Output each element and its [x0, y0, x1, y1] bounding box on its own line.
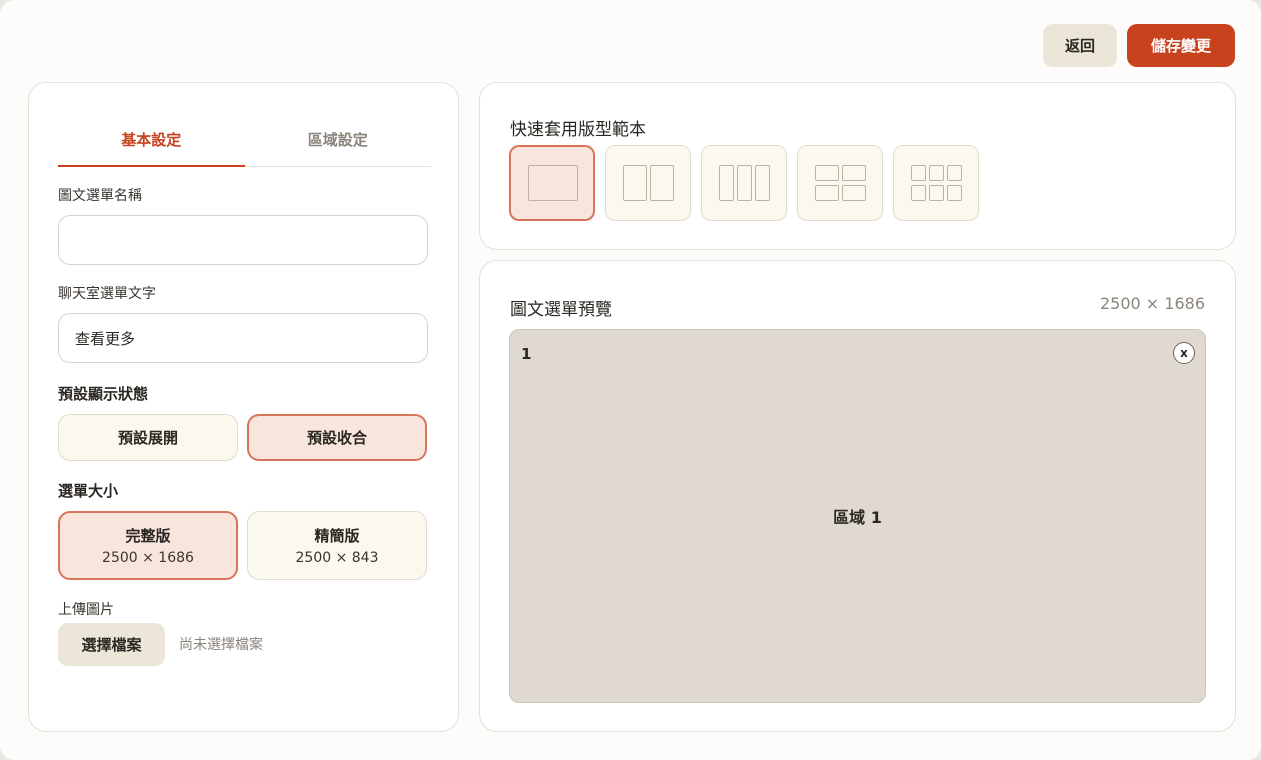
- top-actions: 返回 儲存變更: [1043, 24, 1235, 67]
- menu-name-input[interactable]: [58, 215, 428, 265]
- back-button[interactable]: 返回: [1043, 24, 1117, 67]
- area-label: 區域 1: [833, 508, 882, 527]
- templates-title: 快速套用版型範本: [510, 120, 646, 140]
- settings-tabs: 基本設定 區域設定: [58, 113, 431, 167]
- template-two-columns[interactable]: [605, 145, 691, 221]
- tab-area-settings[interactable]: 區域設定: [245, 113, 432, 166]
- size-full-dims: 2500 × 1686: [102, 550, 194, 566]
- preview-canvas[interactable]: 1 x 區域 1: [509, 329, 1206, 703]
- size-compact-label: 精簡版: [314, 527, 360, 545]
- size-full-label: 完整版: [125, 527, 171, 545]
- template-list: [509, 145, 979, 221]
- display-collapsed-label: 預設收合: [306, 429, 367, 447]
- preview-panel: 圖文選單預覽 2500 × 1686 1 x 區域 1: [479, 260, 1236, 732]
- tab-basic-settings[interactable]: 基本設定: [58, 113, 245, 167]
- menu-size-label: 選單大小: [58, 482, 119, 500]
- close-icon[interactable]: x: [1173, 342, 1195, 364]
- app-window: 返回 儲存變更 基本設定 區域設定 圖文選單名稱 聊天室選單文字 預設顯示狀態 …: [0, 0, 1261, 760]
- size-compact-dims: 2500 × 843: [295, 550, 379, 566]
- template-three-columns[interactable]: [701, 145, 787, 221]
- template-3x2-grid[interactable]: [893, 145, 979, 221]
- settings-panel: 基本設定 區域設定 圖文選單名稱 聊天室選單文字 預設顯示狀態 預設展開 預設收…: [28, 82, 459, 732]
- display-expanded-label: 預設展開: [117, 429, 178, 447]
- template-2x2-grid[interactable]: [797, 145, 883, 221]
- preview-dims: 2500 × 1686: [1099, 294, 1205, 313]
- display-collapsed-option[interactable]: 預設收合: [247, 414, 427, 461]
- menu-name-label: 圖文選單名稱: [58, 188, 142, 204]
- chat-text-input[interactable]: [58, 313, 428, 363]
- save-button[interactable]: 儲存變更: [1127, 24, 1235, 67]
- chat-text-label: 聊天室選單文字: [58, 286, 156, 302]
- choose-file-button[interactable]: 選擇檔案: [58, 623, 165, 666]
- template-single[interactable]: [509, 145, 595, 221]
- display-expanded-option[interactable]: 預設展開: [58, 414, 238, 461]
- size-compact-option[interactable]: 精簡版 2500 × 843: [247, 511, 427, 580]
- display-state-label: 預設顯示狀態: [58, 385, 149, 403]
- size-full-option[interactable]: 完整版 2500 × 1686: [58, 511, 238, 580]
- upload-label: 上傳圖片: [58, 602, 114, 618]
- file-status: 尚未選擇檔案: [179, 637, 263, 653]
- area-number: 1: [521, 345, 532, 363]
- templates-panel: 快速套用版型範本: [479, 82, 1236, 250]
- preview-title: 圖文選單預覽: [510, 300, 612, 320]
